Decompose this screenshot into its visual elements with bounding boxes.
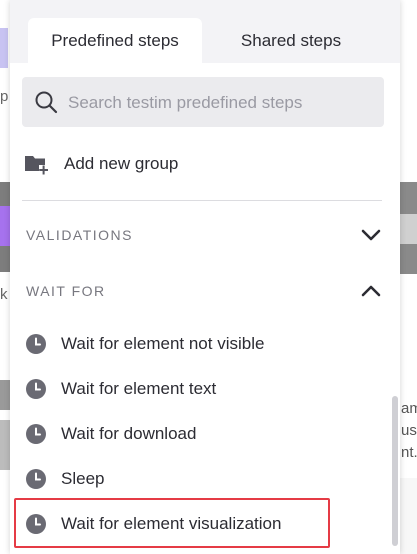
background-dropdown [400,214,417,244]
background-thumbnail [0,420,10,470]
search-icon [35,91,58,114]
steps-panel: Predefined steps Shared steps Add new gr… [10,0,400,554]
highlight-box [14,498,330,548]
section-wait-for-label: WAIT FOR [26,283,106,299]
step-item-label: Wait for element not visible [61,334,265,353]
step-item-wait-for-download[interactable]: Wait for download [24,416,364,452]
chevron-up-icon[interactable] [360,280,382,302]
search-input[interactable] [66,77,380,129]
add-new-group-button[interactable]: Add new group [24,150,364,180]
section-validations-label: VALIDATIONS [26,227,134,243]
background-text: p [0,88,9,105]
background-accent [0,28,8,68]
folder-plus-icon [25,156,48,175]
clock-icon [26,334,46,354]
background-area [400,478,417,554]
add-new-group-label: Add new group [64,154,179,173]
step-item-label: Sleep [61,469,105,488]
background-text: k [0,286,8,303]
background-thumbnail [0,380,10,410]
tab-shared-steps[interactable]: Shared steps [210,18,372,63]
step-item-label: Wait for element text [61,379,217,398]
background-purple-bar [0,206,10,246]
clock-icon [26,424,46,444]
step-item-wait-for-element-text[interactable]: Wait for element text [24,371,364,407]
scrollbar[interactable] [392,396,398,546]
step-item-label: Wait for download [61,424,197,443]
tab-predefined-steps[interactable]: Predefined steps [28,18,202,63]
clock-icon [26,469,46,489]
section-validations[interactable]: VALIDATIONS [24,220,382,250]
divider [22,200,382,201]
search-box [22,77,384,129]
step-item-wait-for-element-not-visible[interactable]: Wait for element not visible [24,326,364,362]
section-wait-for[interactable]: WAIT FOR [24,276,382,306]
step-item-sleep[interactable]: Sleep [24,461,364,497]
tab-bar: Predefined steps Shared steps [10,0,400,63]
chevron-down-icon[interactable] [360,224,382,246]
background-text: am us nt. [401,400,417,461]
clock-icon [26,379,46,399]
